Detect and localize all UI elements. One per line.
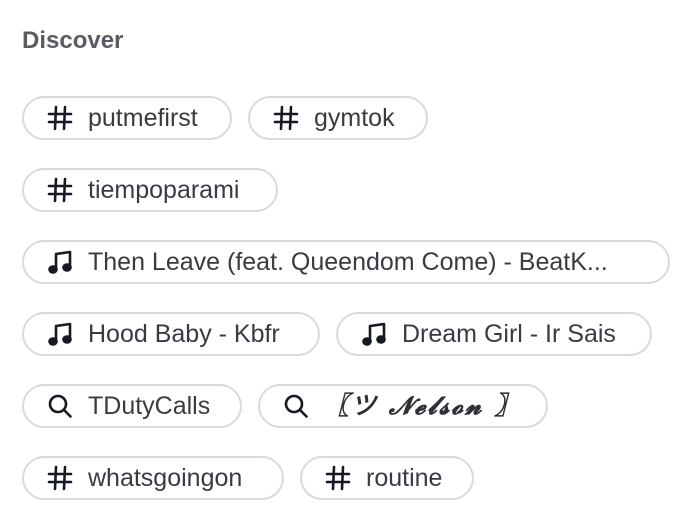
chip-label: Hood Baby - Kbfr (88, 320, 280, 348)
chip-label: gymtok (314, 104, 395, 132)
sound-chip-then-leave[interactable]: Then Leave (feat. Queendom Come) - BeatK… (22, 240, 670, 284)
hashtag-chip-putmefirst[interactable]: putmefirst (22, 96, 232, 140)
hashtag-chip-gymtok[interactable]: gymtok (248, 96, 428, 140)
hashtag-icon (46, 176, 74, 204)
music-note-icon (360, 320, 388, 348)
hashtag-chip-routine[interactable]: routine (300, 456, 474, 500)
section-title: Discover (22, 27, 124, 54)
hashtag-icon (46, 104, 74, 132)
chip-label: tiempoparami (88, 176, 240, 204)
chip-label: putmefirst (88, 104, 198, 132)
chip-label: whatsgoingon (88, 464, 243, 492)
hashtag-chip-whatsgoingon[interactable]: whatsgoingon (22, 456, 284, 500)
search-icon (282, 392, 310, 420)
chip-label: routine (366, 464, 443, 492)
hashtag-icon (46, 464, 74, 492)
chip-label: TDutyCalls (88, 392, 211, 420)
chip-label: Dream Girl - Ir Sais (402, 320, 616, 348)
music-note-icon (46, 320, 74, 348)
search-chip-nelson[interactable]: 〖ツ 𝓝𝓮𝓵𝓼𝓸𝓷 〗 (258, 384, 548, 428)
hashtag-icon (324, 464, 352, 492)
sound-chip-dream-girl[interactable]: Dream Girl - Ir Sais (336, 312, 652, 356)
search-chip-tdutycalls[interactable]: TDutyCalls (22, 384, 242, 428)
hashtag-icon (272, 104, 300, 132)
search-icon (46, 392, 74, 420)
sound-chip-hood-baby[interactable]: Hood Baby - Kbfr (22, 312, 320, 356)
music-note-icon (46, 248, 74, 276)
hashtag-chip-tiempoparami[interactable]: tiempoparami (22, 168, 278, 212)
chip-label: Then Leave (feat. Queendom Come) - BeatK… (88, 248, 608, 276)
chip-label: 〖ツ 𝓝𝓮𝓵𝓼𝓸𝓷 〗 (324, 391, 522, 420)
